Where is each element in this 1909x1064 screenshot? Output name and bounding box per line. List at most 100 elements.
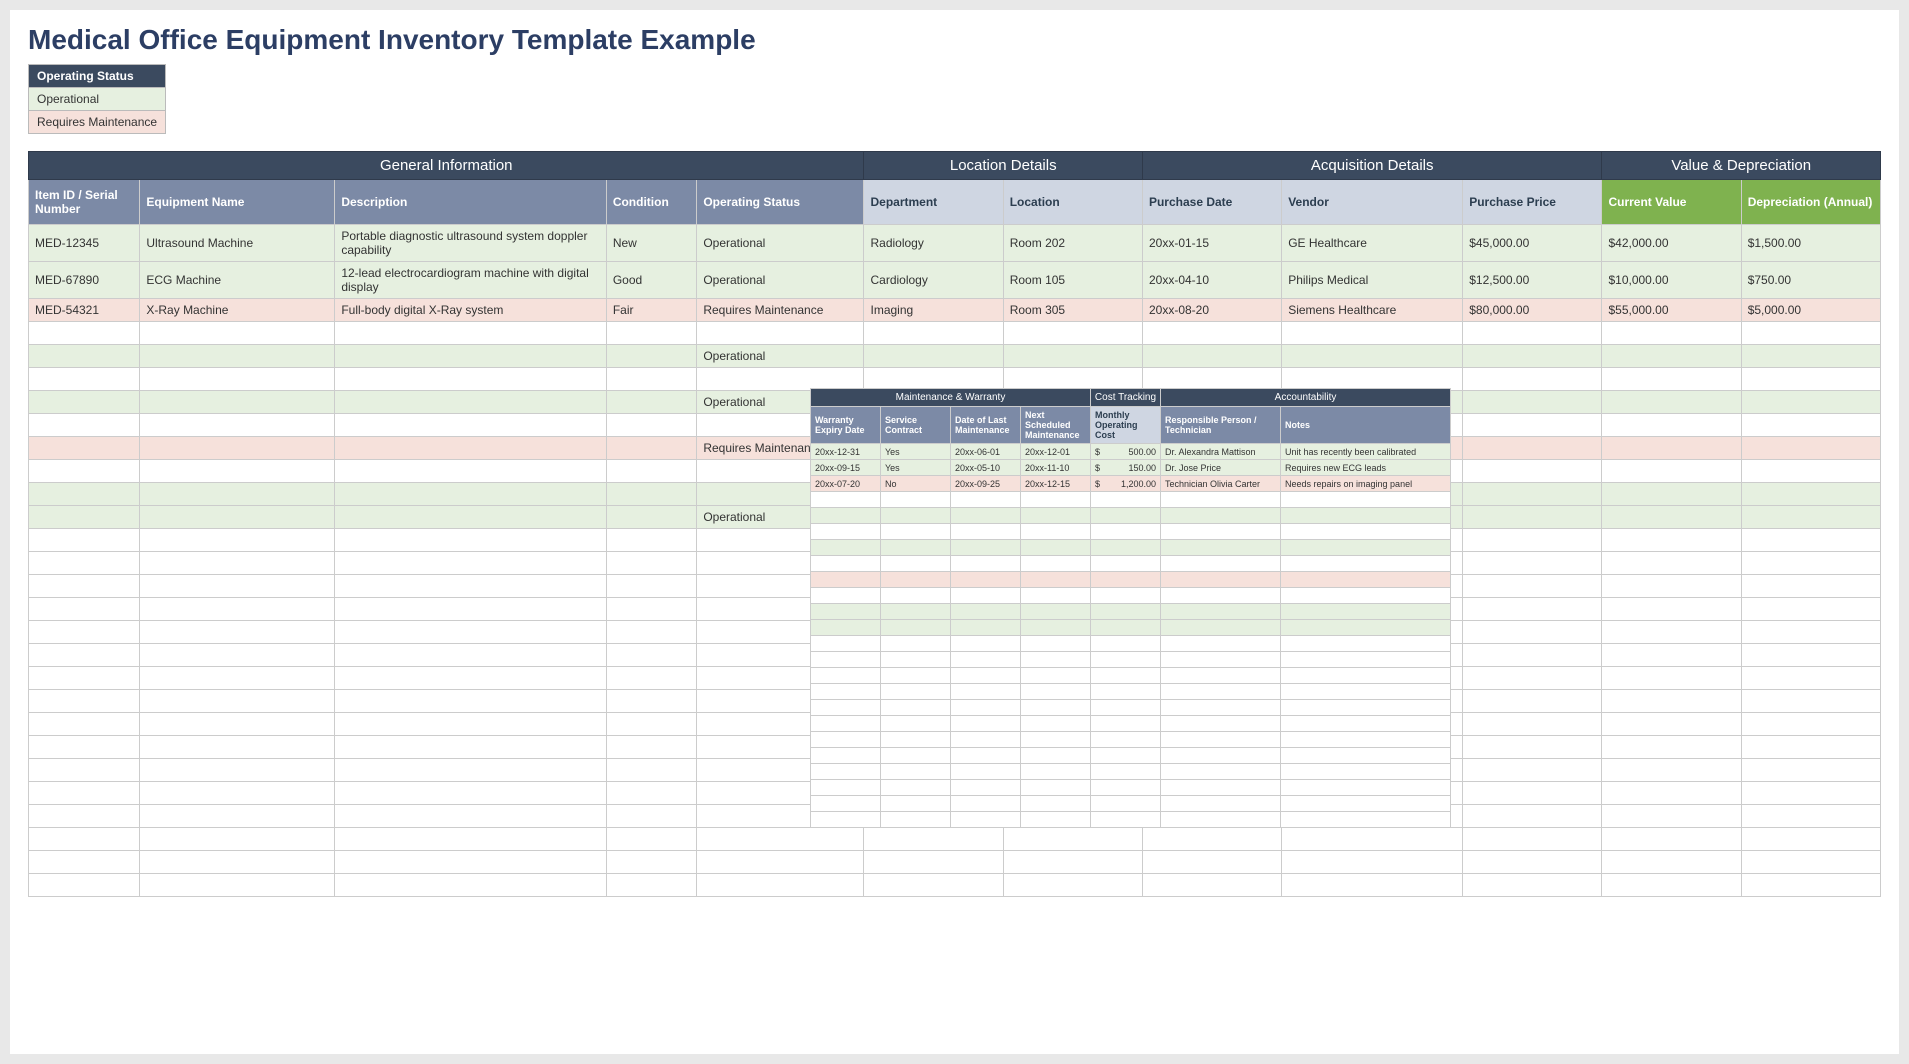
cell-empty bbox=[1021, 492, 1091, 508]
cell-empty bbox=[1161, 492, 1281, 508]
cell-empty bbox=[1602, 713, 1741, 736]
table-row: MED-54321X-Ray MachineFull-body digital … bbox=[29, 299, 1881, 322]
cell-empty bbox=[1741, 414, 1880, 437]
cell-empty bbox=[1741, 575, 1880, 598]
cell-empty bbox=[1091, 652, 1161, 668]
table-row-empty bbox=[29, 322, 1881, 345]
cell-moc: 150.00 bbox=[1091, 460, 1161, 476]
cell-empty bbox=[1602, 828, 1741, 851]
cell-empty bbox=[864, 322, 1003, 345]
cell-status: Operational bbox=[697, 262, 864, 299]
cell-empty bbox=[606, 782, 697, 805]
cell-empty bbox=[140, 828, 335, 851]
cell-empty bbox=[29, 713, 140, 736]
cell-empty bbox=[606, 805, 697, 828]
cell-empty bbox=[811, 524, 881, 540]
cell-empty bbox=[29, 621, 140, 644]
cell-empty bbox=[1602, 621, 1741, 644]
overlay-row-empty bbox=[811, 700, 1451, 716]
cell-vendor: Philips Medical bbox=[1282, 262, 1463, 299]
cell-empty bbox=[811, 764, 881, 780]
cell-empty bbox=[1161, 540, 1281, 556]
cell-empty bbox=[1091, 684, 1161, 700]
cell-empty bbox=[29, 851, 140, 874]
cell-empty bbox=[29, 368, 140, 391]
cell-empty bbox=[697, 851, 864, 874]
cell-empty bbox=[29, 414, 140, 437]
overlay-row-empty bbox=[811, 732, 1451, 748]
cell-empty bbox=[881, 716, 951, 732]
cell-empty bbox=[1463, 851, 1602, 874]
cell-empty bbox=[29, 690, 140, 713]
cell-empty bbox=[335, 644, 607, 667]
overlay-row-empty bbox=[811, 604, 1451, 620]
cell-empty bbox=[811, 508, 881, 524]
overlay-group-row: Maintenance & Warranty Cost Tracking Acc… bbox=[811, 389, 1451, 407]
cell-empty bbox=[1091, 604, 1161, 620]
cell-empty bbox=[140, 575, 335, 598]
cell-empty bbox=[881, 684, 951, 700]
cell-dlm: 20xx-06-01 bbox=[951, 444, 1021, 460]
cell-empty bbox=[811, 732, 881, 748]
cell-empty bbox=[335, 713, 607, 736]
cell-empty bbox=[951, 684, 1021, 700]
cell-cond: Good bbox=[606, 262, 697, 299]
cell-empty bbox=[1161, 764, 1281, 780]
cell-empty bbox=[140, 874, 335, 897]
cell-empty bbox=[1741, 621, 1880, 644]
cell-empty bbox=[1741, 667, 1880, 690]
cell-loc: Room 202 bbox=[1003, 225, 1142, 262]
cell-empty bbox=[140, 437, 335, 460]
cell-empty bbox=[1282, 874, 1463, 897]
cell-pprice: 12,500.00 bbox=[1463, 262, 1602, 299]
cell-empty bbox=[864, 874, 1003, 897]
cell-vendor: GE Healthcare bbox=[1282, 225, 1463, 262]
overlay-row-empty bbox=[811, 588, 1451, 604]
cell-empty bbox=[881, 796, 951, 812]
cell-empty bbox=[335, 575, 607, 598]
cell-empty bbox=[811, 588, 881, 604]
cell-empty bbox=[140, 782, 335, 805]
cell-empty bbox=[1463, 391, 1602, 414]
cell-loc: Room 305 bbox=[1003, 299, 1142, 322]
cell-id: MED-12345 bbox=[29, 225, 140, 262]
cell-empty bbox=[29, 575, 140, 598]
cell-empty bbox=[1463, 345, 1602, 368]
overlay-row-empty bbox=[811, 716, 1451, 732]
cell-empty bbox=[29, 552, 140, 575]
cell-empty bbox=[140, 345, 335, 368]
cell-note: Needs repairs on imaging panel bbox=[1281, 476, 1451, 492]
cell-empty bbox=[1021, 604, 1091, 620]
cell-empty bbox=[1281, 588, 1451, 604]
overlay-row-empty bbox=[811, 684, 1451, 700]
cell-empty bbox=[1602, 414, 1741, 437]
cell-empty bbox=[951, 764, 1021, 780]
cell-empty bbox=[1021, 716, 1091, 732]
cell-empty bbox=[881, 636, 951, 652]
overlay-col-note: Notes bbox=[1281, 407, 1451, 444]
cell-empty bbox=[1142, 874, 1281, 897]
cell-empty bbox=[864, 851, 1003, 874]
cell-empty bbox=[1463, 506, 1602, 529]
overlay-row-empty bbox=[811, 652, 1451, 668]
cell-empty bbox=[1161, 652, 1281, 668]
overlay-group-maintenance: Maintenance & Warranty bbox=[811, 389, 1091, 407]
cell-empty bbox=[1463, 322, 1602, 345]
cell-empty bbox=[811, 668, 881, 684]
cell-empty bbox=[1281, 652, 1451, 668]
cell-empty bbox=[811, 700, 881, 716]
cell-desc: Full-body digital X-Ray system bbox=[335, 299, 607, 322]
cell-cond: New bbox=[606, 225, 697, 262]
cell-empty bbox=[1021, 540, 1091, 556]
cell-empty bbox=[29, 805, 140, 828]
cell-empty bbox=[140, 598, 335, 621]
cell-empty bbox=[1091, 780, 1161, 796]
cell-empty bbox=[1741, 874, 1880, 897]
cell-empty bbox=[881, 620, 951, 636]
cell-empty bbox=[335, 598, 607, 621]
cell-empty bbox=[811, 620, 881, 636]
cell-empty bbox=[1282, 345, 1463, 368]
cell-empty bbox=[606, 322, 697, 345]
cell-rp: Technician Olivia Carter bbox=[1161, 476, 1281, 492]
overlay-row-empty bbox=[811, 556, 1451, 572]
